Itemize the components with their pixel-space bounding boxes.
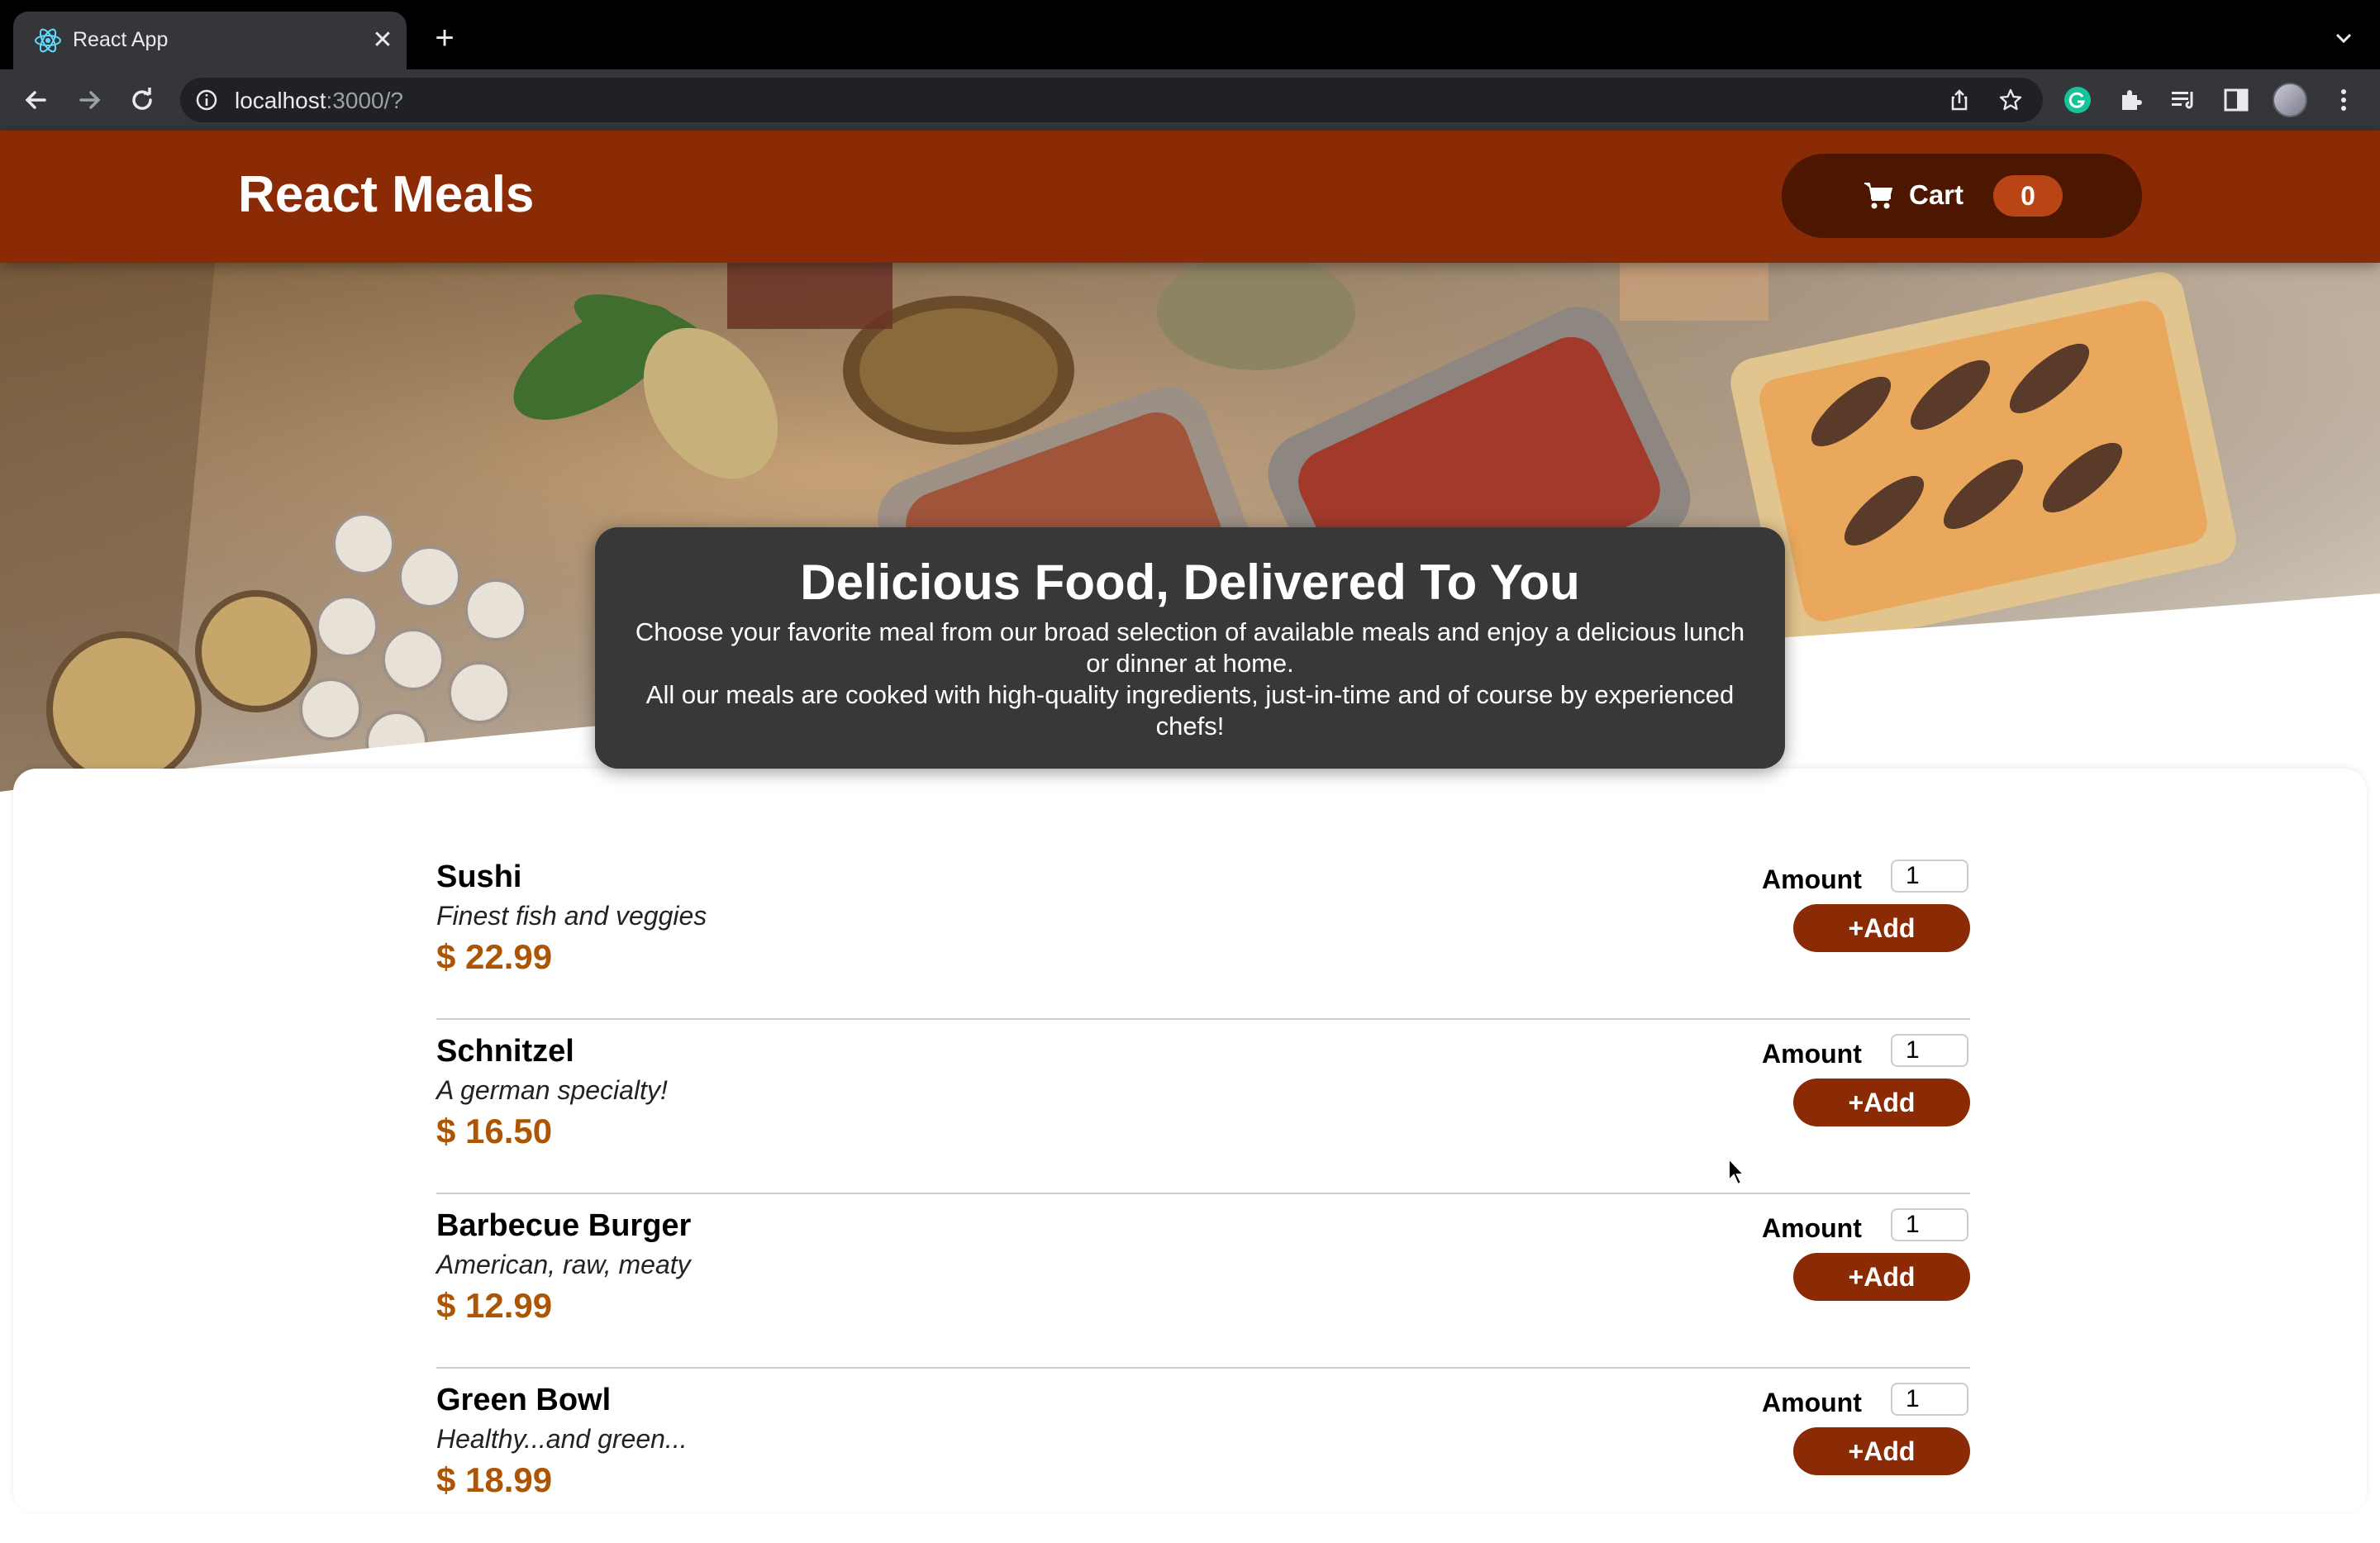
tab-title: React App: [73, 28, 169, 51]
react-favicon: [35, 28, 61, 53]
add-to-cart-button[interactable]: +Add: [1793, 1427, 1970, 1475]
browser-tab-bar: React App ✕ +: [0, 0, 2380, 69]
amount-input[interactable]: [1891, 860, 1968, 893]
meal-price: $ 18.99: [436, 1460, 553, 1499]
mouse-pointer-icon: [1728, 1157, 1746, 1186]
meal-price: $ 16.50: [436, 1112, 553, 1150]
url-host: localhost: [235, 88, 326, 113]
meal-description: A german specialty!: [436, 1075, 668, 1105]
meal-item-green-bowl: Green Bowl Healthy...and green... $ 18.9…: [436, 1368, 1970, 1543]
grammarly-icon[interactable]: [2063, 85, 2092, 115]
extensions-icon[interactable]: [2116, 85, 2145, 115]
meal-name: Sushi: [436, 860, 522, 894]
info-icon[interactable]: [195, 88, 218, 112]
plus-icon[interactable]: +: [428, 21, 461, 55]
amount-label: Amount: [1762, 1039, 1862, 1069]
amount-input[interactable]: [1891, 1034, 1968, 1067]
add-to-cart-button[interactable]: +Add: [1793, 1253, 1970, 1301]
meal-price: $ 22.99: [436, 937, 553, 976]
add-to-cart-button[interactable]: +Add: [1793, 1079, 1970, 1126]
chevron-down-icon[interactable]: [2330, 25, 2357, 51]
cart-icon: [1864, 183, 1892, 209]
close-icon[interactable]: ✕: [369, 26, 397, 55]
available-meals: Sushi Finest fish and veggies $ 22.99 Am…: [13, 769, 2367, 1512]
cart-button[interactable]: Cart 0: [1782, 154, 2142, 238]
meals-summary: Delicious Food, Delivered To You Choose …: [595, 527, 1785, 769]
back-icon[interactable]: [20, 83, 53, 117]
meal-name: Green Bowl: [436, 1383, 612, 1417]
meal-price: $ 12.99: [436, 1286, 553, 1325]
add-to-cart-button[interactable]: +Add: [1793, 904, 1970, 952]
app-title: React Meals: [238, 166, 535, 223]
summary-paragraph-2: All our meals are cooked with high-quali…: [645, 680, 1735, 741]
app-header: React Meals Cart 0: [0, 131, 2380, 263]
amount-label: Amount: [1762, 1213, 1862, 1243]
star-icon[interactable]: [1998, 88, 2023, 112]
reading-list-icon[interactable]: [2168, 85, 2198, 115]
amount-label: Amount: [1762, 864, 1862, 894]
meal-description: Finest fish and veggies: [436, 901, 707, 931]
reload-icon[interactable]: [126, 83, 159, 117]
url-path: :3000/?: [326, 88, 403, 113]
amount-input[interactable]: [1891, 1383, 1968, 1416]
browser-toolbar: localhost:3000/?: [0, 69, 2380, 131]
meal-name: Schnitzel: [436, 1034, 574, 1069]
cart-label: Cart: [1909, 179, 1964, 210]
meal-description: Healthy...and green...: [436, 1424, 688, 1454]
cart-badge: 0: [1993, 175, 2063, 217]
meal-description: American, raw, meaty: [436, 1250, 691, 1279]
url-text: localhost:3000/?: [235, 88, 403, 114]
meal-item-sushi: Sushi Finest fish and veggies $ 22.99 Am…: [436, 845, 1970, 1020]
amount-label: Amount: [1762, 1388, 1862, 1417]
browser-tab[interactable]: React App ✕: [13, 12, 407, 69]
address-bar[interactable]: localhost:3000/?: [180, 78, 2043, 122]
meal-item-barbecue-burger: Barbecue Burger American, raw, meaty $ 1…: [436, 1193, 1970, 1369]
summary-paragraph-1: Choose your favorite meal from our broad…: [635, 617, 1745, 678]
meal-name: Barbecue Burger: [436, 1208, 692, 1243]
side-panel-icon[interactable]: [2221, 85, 2251, 115]
menu-icon[interactable]: [2329, 85, 2359, 115]
avatar[interactable]: [2273, 83, 2307, 117]
forward-icon[interactable]: [73, 83, 106, 117]
amount-input[interactable]: [1891, 1208, 1968, 1241]
share-icon[interactable]: [1947, 88, 1972, 112]
summary-heading: Delicious Food, Delivered To You: [800, 555, 1580, 610]
